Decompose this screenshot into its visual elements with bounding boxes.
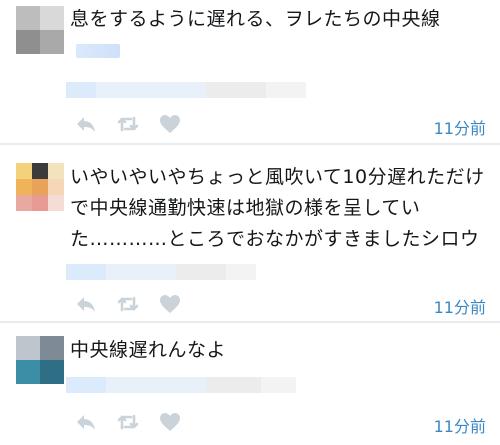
tweet[interactable]: 息をするように遅れる、ヲレたちの中央線 11分前 xyxy=(0,0,500,143)
heart-icon[interactable] xyxy=(158,410,184,434)
tweet[interactable]: 中央線遅れんなよ 11分前 xyxy=(0,324,500,445)
retweet-icon[interactable] xyxy=(116,410,142,434)
blurred-mention xyxy=(76,43,120,58)
divider xyxy=(0,321,500,323)
reply-icon[interactable] xyxy=(74,292,100,316)
tweet-text: 息をするように遅れる、ヲレたちの中央線 xyxy=(70,4,486,66)
tweet-text: 中央線遅れんなよ xyxy=(70,339,227,361)
timestamp[interactable]: 11分前 xyxy=(434,413,486,437)
blurred-content xyxy=(66,377,296,393)
divider xyxy=(0,143,500,145)
avatar[interactable] xyxy=(16,163,64,211)
tweet-text: いやいやいやちょっと風吹いて10分遅れただけで中央線通勤快速は地獄の様を呈してい… xyxy=(70,166,485,250)
timestamp[interactable]: 11分前 xyxy=(434,294,486,318)
tweet[interactable]: いやいやいやちょっと風吹いて10分遅れただけで中央線通勤快速は地獄の様を呈してい… xyxy=(0,147,500,322)
timestamp[interactable]: 11分前 xyxy=(434,115,486,139)
reply-icon[interactable] xyxy=(74,112,100,136)
reply-icon[interactable] xyxy=(74,410,100,434)
timeline: 息をするように遅れる、ヲレたちの中央線 11分前 いやいやいやちょっと風吹いて1… xyxy=(0,0,500,445)
heart-icon[interactable] xyxy=(158,112,184,136)
retweet-icon[interactable] xyxy=(116,292,142,316)
avatar[interactable] xyxy=(16,336,64,384)
heart-icon[interactable] xyxy=(158,292,184,316)
avatar[interactable] xyxy=(16,6,64,54)
retweet-icon[interactable] xyxy=(116,112,142,136)
blurred-content xyxy=(66,82,306,98)
blurred-content xyxy=(66,264,256,280)
